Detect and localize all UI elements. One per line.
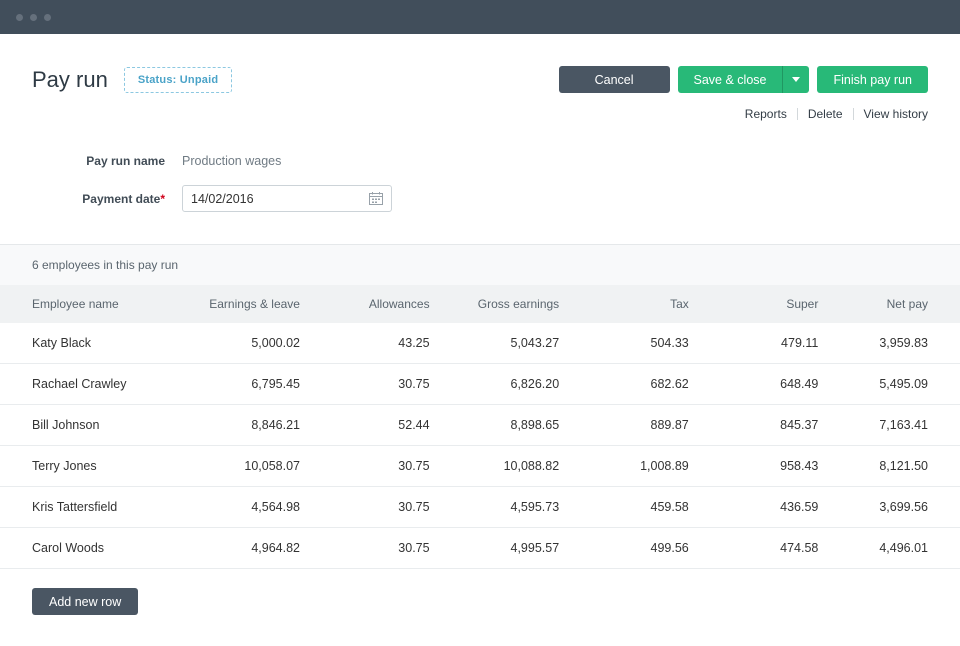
payment-date-value: 14/02/2016 [191, 191, 254, 206]
amount-cell: 459.58 [571, 486, 701, 528]
status-badge: Status: Unpaid [123, 66, 233, 93]
view-history-link[interactable]: View history [864, 107, 928, 121]
column-header: Employee name [0, 285, 183, 323]
save-close-split-button: Save & close [677, 66, 810, 93]
amount-cell: 30.75 [311, 486, 442, 528]
amount-cell: 8,121.50 [830, 445, 960, 487]
amount-cell: 6,795.45 [182, 363, 312, 405]
amount-cell: 10,088.82 [441, 445, 572, 487]
table-row[interactable]: Terry Jones 10,058.07 30.75 10,088.82 1,008.… [0, 445, 960, 487]
page-title: Pay run [32, 66, 108, 92]
finish-pay-run-button[interactable]: Finish pay run [817, 66, 928, 93]
amount-cell: 4,964.82 [182, 527, 312, 569]
amount-cell: 30.75 [311, 363, 442, 405]
calendar-icon [369, 192, 383, 205]
amount-cell: 648.49 [700, 363, 831, 405]
secondary-actions: Reports Delete View history [32, 107, 928, 121]
payment-date-input[interactable]: 14/02/2016 [182, 185, 392, 212]
amount-cell: 504.33 [571, 323, 701, 364]
employee-name-cell: Terry Jones [0, 445, 183, 487]
amount-cell: 43.25 [311, 323, 442, 364]
table-row[interactable]: Kris Tattersfield 4,564.98 30.75 4,595.73 45… [0, 486, 960, 528]
divider [852, 108, 854, 120]
amount-cell: 1,008.89 [571, 445, 701, 487]
delete-link[interactable]: Delete [808, 107, 843, 121]
amount-cell: 5,495.09 [830, 363, 960, 405]
employee-name-cell: Carol Woods [0, 527, 183, 569]
amount-cell: 958.43 [700, 445, 831, 487]
amount-cell: 3,699.56 [830, 486, 960, 528]
save-close-dropdown-button[interactable] [782, 66, 810, 93]
amount-cell: 436.59 [700, 486, 831, 528]
table-row[interactable]: Carol Woods 4,964.82 30.75 4,995.57 499.56 47… [0, 527, 960, 569]
save-close-button[interactable]: Save & close [677, 66, 783, 93]
amount-cell: 5,000.02 [182, 323, 312, 364]
pay-run-name-row: Pay run name Production wages [32, 147, 928, 174]
table-row[interactable]: Katy Black 5,000.02 43.25 5,043.27 504.33 479… [0, 323, 960, 364]
amount-cell: 52.44 [311, 404, 442, 446]
page-header: Pay run Status: Unpaid Cancel Save & clo… [32, 34, 928, 93]
employee-count-summary: 6 employees in this pay run [0, 244, 960, 285]
column-header: Net pay [830, 285, 960, 323]
payment-date-row: Payment date* 14/02/2016 [32, 185, 928, 212]
window-titlebar [0, 0, 960, 34]
header-actions: Cancel Save & close Finish pay run [558, 66, 928, 93]
column-header: Gross earnings [441, 285, 572, 323]
amount-cell: 889.87 [571, 404, 701, 446]
table-body: Katy Black 5,000.02 43.25 5,043.27 504.33 479… [0, 323, 960, 569]
chevron-down-icon [792, 77, 801, 82]
amount-cell: 30.75 [311, 527, 442, 569]
amount-cell: 30.75 [311, 445, 442, 487]
reports-link[interactable]: Reports [745, 107, 787, 121]
employee-name-cell: Rachael Crawley [0, 363, 183, 405]
pay-run-name-label: Pay run name [86, 153, 165, 168]
required-marker: * [160, 191, 165, 206]
divider [796, 108, 798, 120]
cancel-button[interactable]: Cancel [558, 66, 670, 93]
amount-cell: 479.11 [700, 323, 831, 364]
window-dot-icon [44, 13, 51, 21]
pay-table: Employee name Earnings & leave Allowances G… [0, 285, 960, 569]
amount-cell: 8,846.21 [182, 404, 312, 446]
pay-run-name-value: Production wages [182, 153, 282, 168]
column-header: Super [700, 285, 831, 323]
employee-name-cell: Bill Johnson [0, 404, 183, 446]
column-header: Tax [571, 285, 701, 323]
amount-cell: 3,959.83 [830, 323, 960, 364]
amount-cell: 845.37 [700, 404, 831, 446]
amount-cell: 474.58 [700, 527, 831, 569]
column-header: Earnings & leave [182, 285, 312, 323]
amount-cell: 4,995.57 [441, 527, 572, 569]
payment-date-label: Payment date* [82, 191, 165, 206]
add-new-row-button[interactable]: Add new row [32, 588, 139, 615]
amount-cell: 6,826.20 [441, 363, 572, 405]
amount-cell: 10,058.07 [182, 445, 312, 487]
pay-run-page: Pay run Status: Unpaid Cancel Save & clo… [0, 0, 960, 646]
table-header-row: Employee name Earnings & leave Allowances G… [0, 285, 960, 323]
amount-cell: 499.56 [571, 527, 701, 569]
table-row[interactable]: Rachael Crawley 6,795.45 30.75 6,826.20 682.… [0, 363, 960, 405]
amount-cell: 7,163.41 [830, 404, 960, 446]
table-footer: Add new row [0, 569, 960, 634]
amount-cell: 8,898.65 [441, 404, 572, 446]
amount-cell: 4,595.73 [441, 486, 572, 528]
window-dot-icon [16, 13, 23, 21]
employee-name-cell: Katy Black [0, 323, 183, 364]
amount-cell: 4,496.01 [830, 527, 960, 569]
employee-name-cell: Kris Tattersfield [0, 486, 183, 528]
column-header: Allowances [311, 285, 442, 323]
window-dot-icon [30, 13, 37, 21]
amount-cell: 4,564.98 [182, 486, 312, 528]
amount-cell: 5,043.27 [441, 323, 572, 364]
table-row[interactable]: Bill Johnson 8,846.21 52.44 8,898.65 889.87 8… [0, 404, 960, 446]
pay-run-form: Pay run name Production wages Payment da… [32, 147, 928, 212]
amount-cell: 682.62 [571, 363, 701, 405]
